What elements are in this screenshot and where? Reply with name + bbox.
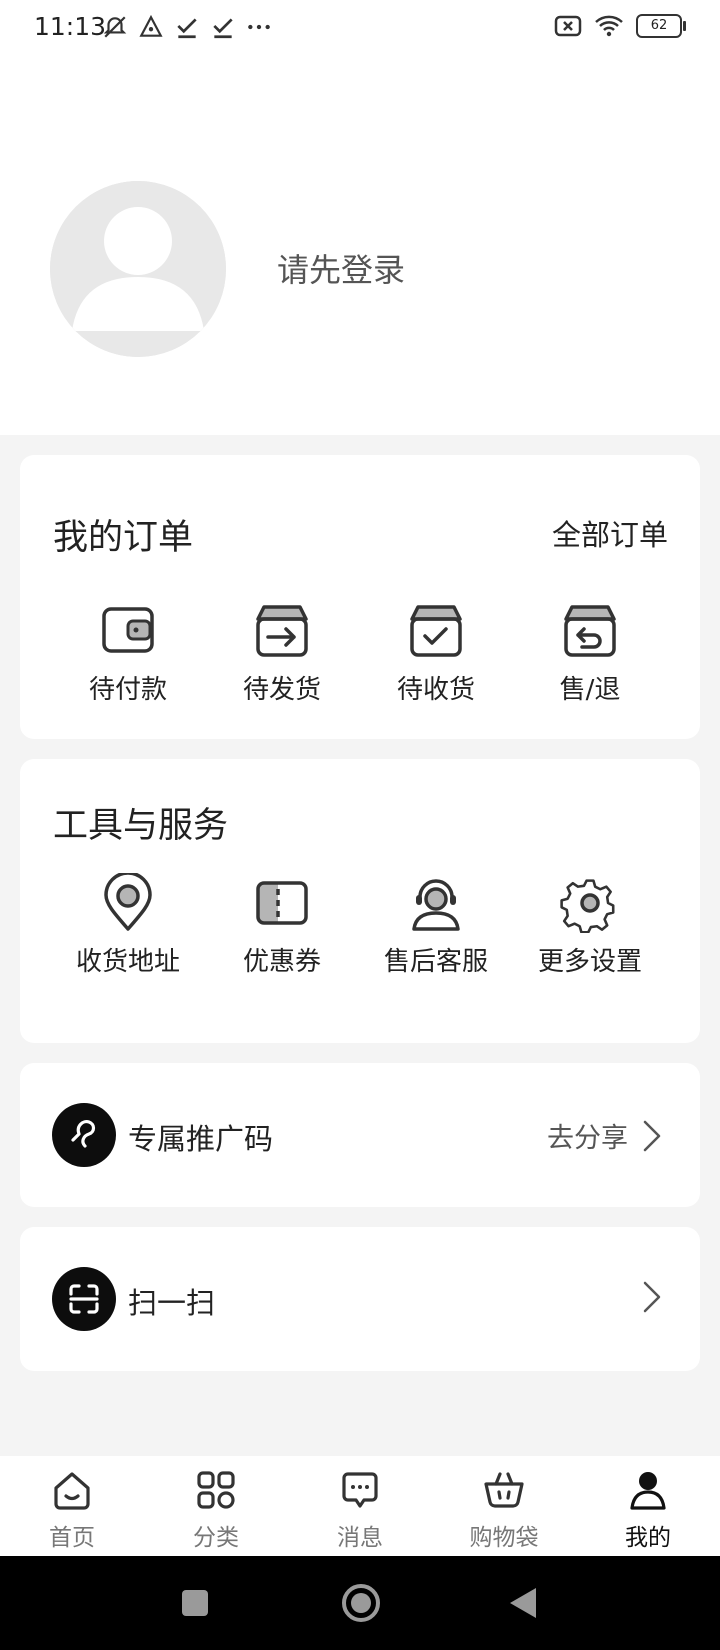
order-item-label: 售/退 bbox=[559, 675, 621, 705]
gear-icon bbox=[560, 879, 615, 933]
home-icon bbox=[54, 1472, 90, 1510]
order-item-pending-payment[interactable]: 待付款 bbox=[51, 601, 205, 706]
battery-indicator: 62 bbox=[636, 14, 686, 38]
tab-mine[interactable]: 我的 bbox=[576, 1456, 720, 1556]
tool-item-label: 优惠券 bbox=[242, 947, 321, 977]
order-item-label: 待发货 bbox=[242, 675, 321, 705]
promo-icon-circle bbox=[52, 1103, 116, 1167]
tab-label: 我的 bbox=[625, 1525, 671, 1551]
orders-grid: 待付款 待发货 待收货 售/退 bbox=[20, 601, 700, 706]
promo-code-row[interactable]: 专属推广码 去分享 bbox=[20, 1063, 700, 1207]
scan-icon-circle bbox=[52, 1267, 116, 1331]
system-nav-bar bbox=[0, 1556, 720, 1650]
tool-item-label: 更多设置 bbox=[537, 947, 642, 977]
customer-service-icon bbox=[412, 879, 460, 931]
scan-chevron bbox=[642, 1280, 662, 1314]
promo-code-label: 专属推广码 bbox=[128, 1122, 274, 1156]
basket-icon bbox=[484, 1472, 524, 1508]
triangle-app-icon bbox=[139, 14, 163, 37]
tools-card: 工具与服务 收货地址 优惠券 售后客服 更多设置 bbox=[20, 759, 700, 1043]
tab-home[interactable]: 首页 bbox=[0, 1456, 144, 1556]
tool-item-customer-service[interactable]: 售后客服 bbox=[359, 873, 513, 978]
status-notification-icons bbox=[102, 14, 272, 40]
scan-row[interactable]: 扫一扫 bbox=[20, 1227, 700, 1371]
tab-label: 购物袋 bbox=[469, 1525, 539, 1551]
location-pin-icon bbox=[104, 873, 152, 931]
tools-title: 工具与服务 bbox=[53, 806, 229, 846]
status-bar: 11:13 62 bbox=[0, 0, 720, 54]
tool-item-settings[interactable]: 更多设置 bbox=[513, 873, 667, 978]
chevron-right-icon bbox=[643, 1120, 661, 1151]
tool-item-label: 售后客服 bbox=[383, 947, 488, 977]
tab-shopping-bag[interactable]: 购物袋 bbox=[432, 1456, 576, 1556]
status-system-icons: 62 bbox=[554, 14, 686, 38]
default-avatar-icon bbox=[50, 181, 226, 357]
recent-apps-icon[interactable] bbox=[180, 1588, 210, 1618]
check-download-icon bbox=[213, 18, 233, 39]
bottom-tab-bar: 首页 分类 消息 购物袋 我的 bbox=[0, 1456, 720, 1556]
order-item-label: 待付款 bbox=[88, 675, 167, 705]
message-icon bbox=[342, 1472, 378, 1508]
tool-item-address[interactable]: 收货地址 bbox=[51, 873, 205, 978]
check-download-icon bbox=[177, 18, 197, 39]
wifi-icon bbox=[595, 15, 623, 37]
orders-title: 我的订单 bbox=[53, 518, 194, 558]
tool-item-label: 收货地址 bbox=[75, 947, 180, 977]
tools-grid: 收货地址 优惠券 售后客服 更多设置 bbox=[20, 873, 700, 978]
share-action[interactable]: 去分享 bbox=[547, 1116, 662, 1155]
user-icon bbox=[630, 1472, 666, 1510]
category-icon bbox=[197, 1471, 235, 1509]
chevron-right-icon bbox=[643, 1281, 661, 1313]
orders-card: 我的订单 全部订单 待付款 待发货 待收货 售/退 bbox=[20, 455, 700, 739]
box-check-icon bbox=[410, 605, 462, 657]
tool-item-coupon[interactable]: 优惠券 bbox=[205, 873, 359, 978]
mini-program-icon bbox=[71, 1120, 96, 1148]
tab-label: 分类 bbox=[193, 1525, 239, 1551]
more-dots-icon bbox=[248, 24, 270, 30]
tab-messages[interactable]: 消息 bbox=[288, 1456, 432, 1556]
coupon-icon bbox=[256, 881, 308, 925]
order-item-pending-receipt[interactable]: 待收货 bbox=[359, 601, 513, 706]
box-arrow-icon bbox=[256, 605, 308, 657]
avatar[interactable] bbox=[50, 181, 226, 357]
tab-label: 首页 bbox=[49, 1525, 95, 1551]
back-nav-icon[interactable] bbox=[508, 1586, 538, 1620]
all-orders-link[interactable]: 全部订单 bbox=[552, 512, 668, 554]
scan-icon bbox=[69, 1284, 99, 1314]
mute-icon bbox=[103, 16, 127, 38]
wallet-icon bbox=[102, 607, 154, 653]
profile-header: 请先登录 bbox=[0, 54, 720, 435]
box-return-icon bbox=[564, 605, 616, 657]
order-item-after-sales[interactable]: 售/退 bbox=[513, 601, 667, 706]
home-nav-icon[interactable] bbox=[340, 1582, 382, 1624]
scan-label: 扫一扫 bbox=[128, 1286, 216, 1320]
share-label: 去分享 bbox=[547, 1123, 628, 1154]
tab-label: 消息 bbox=[337, 1525, 383, 1551]
status-time: 11:13 bbox=[34, 12, 107, 41]
order-item-pending-shipment[interactable]: 待发货 bbox=[205, 601, 359, 706]
sim-off-icon bbox=[554, 15, 582, 37]
login-prompt[interactable]: 请先登录 bbox=[277, 245, 405, 291]
order-item-label: 待收货 bbox=[396, 675, 475, 705]
tab-category[interactable]: 分类 bbox=[144, 1456, 288, 1556]
